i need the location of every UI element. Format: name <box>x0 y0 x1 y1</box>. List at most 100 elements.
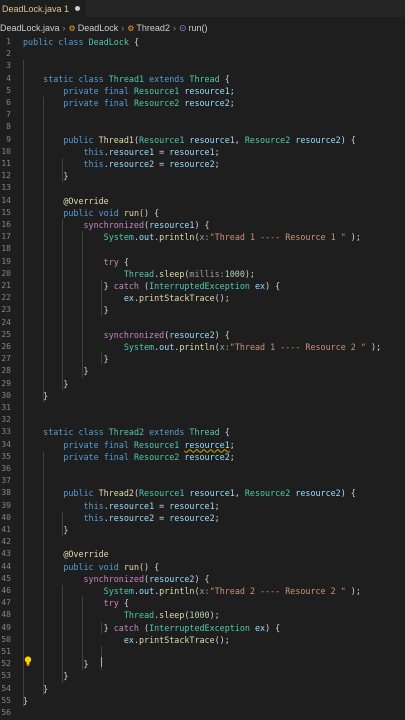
code-line[interactable]: 17 System.out.println(x:"Thread 1 ---- R… <box>0 231 405 243</box>
lightbulb-icon[interactable] <box>24 656 32 666</box>
code-token: private <box>23 439 104 450</box>
code-token: ); <box>209 610 220 621</box>
line-number: 20 <box>1 268 11 278</box>
code-line[interactable]: 23 } <box>0 304 405 316</box>
code-token: ); <box>345 586 361 596</box>
code-line[interactable]: 5 private final Resource1 resource1; <box>0 85 405 97</box>
code-line[interactable]: 6 private final Resource2 resource2; <box>0 97 405 109</box>
line-number: 21 <box>1 281 11 290</box>
code-line[interactable]: 19 try { <box>0 256 405 268</box>
code-token: this <box>23 159 104 169</box>
code-line[interactable]: 50 ex.printStackTrace(); <box>0 634 405 646</box>
line-number: 50 <box>1 634 11 644</box>
code-line[interactable]: 20 Thread.sleep(millis:1000); <box>0 268 405 280</box>
breadcrumb: DeadLock.java › ⚙ DeadLock › ⚙ Thread2 ›… <box>0 20 208 36</box>
code-line[interactable]: 36 <box>0 463 405 475</box>
code-line[interactable]: 11 this.resource2 = resource2; <box>0 158 405 170</box>
code-token: ; <box>214 512 220 523</box>
code-text: private final Resource1 resource1; <box>23 439 234 451</box>
code-token: resource2 <box>169 159 215 169</box>
code-token: Thread1 <box>108 73 150 84</box>
code-token: run <box>123 561 139 572</box>
code-token: ex <box>254 281 266 291</box>
code-line[interactable]: 3 <box>0 60 405 72</box>
code-line[interactable]: 15 public void run() { <box>0 207 405 219</box>
code-token: Resource1 <box>138 488 190 499</box>
code-line[interactable]: 53 } <box>0 670 405 682</box>
line-number: 4 <box>6 73 11 83</box>
code-line[interactable]: 4 static class Thread1 extends Thread { <box>0 73 405 85</box>
code-line[interactable]: 14 @Override <box>0 195 405 207</box>
code-line[interactable]: 32 <box>0 414 405 426</box>
breadcrumb-method-run[interactable]: ⊙ run() <box>179 23 208 34</box>
code-line[interactable]: 10 this.resource1 = resource1; <box>0 146 405 158</box>
code-line[interactable]: 55} <box>0 695 405 707</box>
line-number: 30 <box>1 390 11 400</box>
code-line[interactable]: 39 this.resource1 = resource1; <box>0 500 405 512</box>
code-token: ) { <box>214 329 230 340</box>
code-line[interactable]: 16 synchronized(resource1) { <box>0 219 405 231</box>
breadcrumb-class-deadlock[interactable]: ⚙ DeadLock <box>69 23 119 33</box>
code-line[interactable]: 52 } <box>0 658 405 670</box>
code-line[interactable]: 49 } catch (InterruptedException ex) { <box>0 622 405 634</box>
code-line[interactable]: 40 this.resource2 = resource2; <box>0 512 405 524</box>
code-line[interactable]: 30 } <box>0 390 405 402</box>
code-line[interactable]: 43 @Override <box>0 548 405 560</box>
code-token: System <box>23 342 155 352</box>
code-line[interactable]: 31 <box>0 402 405 414</box>
code-token: this <box>23 500 104 511</box>
code-line[interactable]: 37 <box>0 475 405 487</box>
code-line[interactable]: 41 } <box>0 524 405 536</box>
code-token: printStackTrace <box>138 293 215 304</box>
code-line[interactable]: 35 private final Resource2 resource2; <box>0 451 405 463</box>
tab-deadlock-java[interactable]: DeadLock.java 1 <box>0 0 87 17</box>
code-line[interactable]: 46 System.out.println(x:"Thread 2 ---- R… <box>0 585 405 597</box>
code-line[interactable]: 29 } <box>0 378 405 390</box>
line-number: 29 <box>1 378 11 388</box>
code-token: printStackTrace <box>138 634 215 645</box>
unsaved-dot-icon[interactable] <box>75 6 81 11</box>
code-line[interactable]: 34 private final Resource1 resource1; <box>0 439 405 451</box>
code-line[interactable]: 33 static class Thread2 extends Thread { <box>0 426 405 438</box>
code-text: this.resource1 = resource1; <box>23 500 220 512</box>
code-token: public <box>23 37 59 47</box>
code-line[interactable]: 27 } <box>0 353 405 365</box>
code-line[interactable]: 54 } <box>0 683 405 695</box>
code-token: resource1 <box>169 146 215 157</box>
code-line[interactable]: 1 public class DeadLock { <box>0 36 405 48</box>
code-text: try { <box>23 256 129 268</box>
code-line[interactable]: 44 public void run() { <box>0 561 405 573</box>
code-line[interactable]: 56 <box>0 707 405 719</box>
code-line[interactable]: 21 } catch (InterruptedException ex) { <box>0 280 405 292</box>
code-token: , <box>234 488 245 499</box>
code-line[interactable]: 45 synchronized(resource2) { <box>0 573 405 585</box>
code-line[interactable]: 9 public Thread1(Resource1 resource1, Re… <box>0 134 405 146</box>
code-line[interactable]: 38 public Thread2(Resource1 resource1, R… <box>0 487 405 499</box>
breadcrumb-file[interactable]: DeadLock.java <box>0 23 60 33</box>
code-token: , <box>234 134 245 145</box>
code-line[interactable]: 47 try { <box>0 597 405 609</box>
code-line[interactable]: 51 <box>0 646 405 658</box>
code-token: resource1 <box>169 500 215 511</box>
code-token: ); <box>365 342 382 352</box>
code-text: public void run() { <box>23 207 159 219</box>
code-line[interactable]: 8 <box>0 121 405 133</box>
breadcrumb-class-thread2[interactable]: ⚙ Thread2 <box>127 23 170 33</box>
code-line[interactable]: 42 <box>0 536 405 548</box>
line-number: 26 <box>1 342 11 351</box>
code-line[interactable]: 26 System.out.println(x:"Thread 1 ---- R… <box>0 341 405 353</box>
code-line[interactable]: 28 } <box>0 365 405 377</box>
code-line[interactable]: 25 synchronized(resource2) { <box>0 329 405 341</box>
code-text: public Thread2(Resource1 resource1, Reso… <box>23 487 356 499</box>
code-editor[interactable]: 1 public class DeadLock {2 3 4 static class… <box>0 36 405 720</box>
code-text: this.resource1 = resource1; <box>23 146 220 158</box>
code-line[interactable]: 12 } <box>0 170 405 182</box>
code-line[interactable]: 24 <box>0 317 405 329</box>
code-line[interactable]: 18 <box>0 243 405 255</box>
code-line[interactable]: 7 <box>0 109 405 121</box>
code-line[interactable]: 48 Thread.sleep(1000); <box>0 609 405 621</box>
code-line[interactable]: 13 <box>0 182 405 194</box>
code-token: millis: <box>189 268 225 279</box>
code-line[interactable]: 22 ex.printStackTrace(); <box>0 292 405 304</box>
code-line[interactable]: 2 <box>0 48 405 60</box>
